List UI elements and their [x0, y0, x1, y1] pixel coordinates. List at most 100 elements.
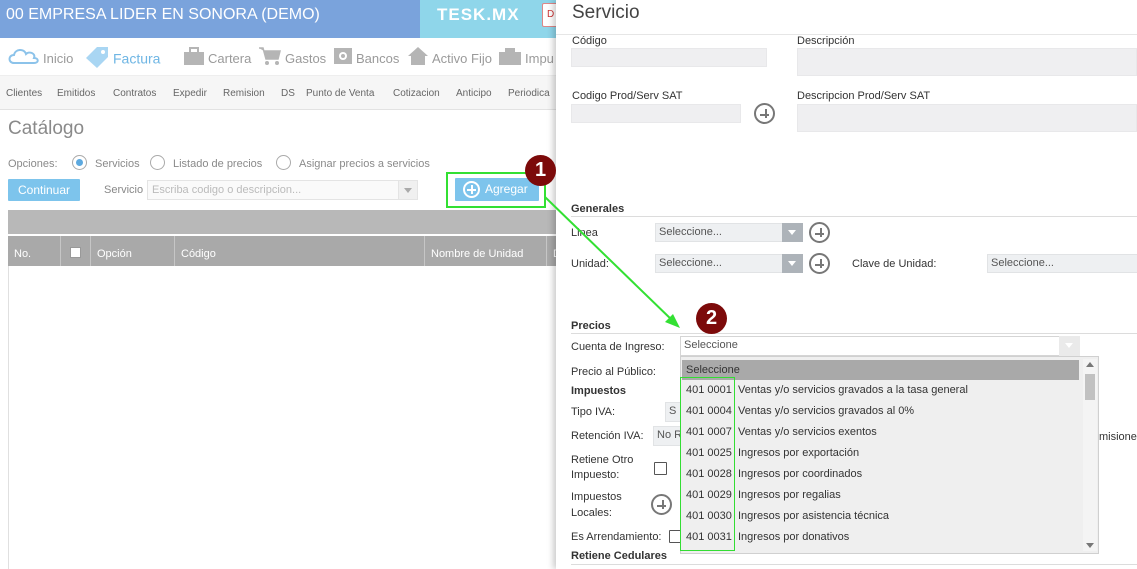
codigo-label: Código — [572, 35, 607, 47]
add-button[interactable]: Agregar — [455, 178, 539, 201]
add-button-label: Agregar — [485, 182, 528, 196]
unidad-label: Unidad: — [571, 258, 609, 270]
cloud-icon — [6, 46, 40, 73]
module-factura[interactable]: Factura — [84, 46, 160, 68]
chevron-down-icon — [782, 254, 803, 273]
radio-asignar-precios[interactable] — [276, 155, 291, 170]
col-opcion[interactable]: Opción — [90, 236, 132, 266]
module-label: Gastos — [285, 50, 327, 66]
col-no[interactable]: No. — [8, 236, 31, 266]
subnav-ds[interactable]: DS — [281, 88, 295, 99]
dropdown-option-seleccione[interactable]: Seleccione — [682, 360, 1079, 380]
subnav-expedir[interactable]: Expedir — [173, 88, 207, 99]
scroll-up-icon[interactable] — [1086, 362, 1094, 367]
precio-publico-label: Precio al Público: — [571, 366, 656, 378]
table-header: No. Opción Código Nombre de Unidad D — [8, 236, 561, 266]
generales-divider — [571, 216, 1137, 217]
subnav-emitidos[interactable]: Emitidos — [57, 88, 95, 99]
descripcion-input[interactable] — [797, 48, 1137, 76]
service-search-input[interactable]: Escriba codigo o descripcion... — [147, 180, 400, 200]
radio-listado-precios[interactable] — [150, 155, 165, 170]
options-label: Opciones: — [8, 158, 58, 170]
retencion-iva-select[interactable]: No R — [653, 426, 683, 446]
impuestos-locales-label-1: Impuestos — [571, 491, 622, 503]
module-bancos[interactable]: Bancos — [333, 46, 399, 68]
col-nombre-unidad[interactable]: Nombre de Unidad — [424, 236, 523, 266]
radio-servicios[interactable] — [72, 155, 87, 170]
module-label: Bancos — [356, 50, 400, 66]
linea-select-value: Seleccione... — [659, 226, 722, 238]
codigo-sat-input[interactable] — [571, 104, 741, 123]
cut-off-label: misiones — [1099, 431, 1137, 443]
main-app: 00 EMPRESA LIDER EN SONORA (DEMO) TESK.M… — [0, 0, 561, 569]
linea-select[interactable]: Seleccione... — [655, 223, 803, 242]
module-label: Inicio — [43, 50, 74, 66]
dropdown-scrollbar[interactable] — [1083, 359, 1097, 551]
add-impuesto-local-icon[interactable] — [651, 494, 672, 515]
house-icon — [407, 46, 429, 73]
module-activo-fijo[interactable]: Activo Fijo — [407, 46, 492, 68]
subnav-cotizacion[interactable]: Cotizacion — [393, 88, 440, 99]
generales-section-title: Generales — [571, 203, 625, 215]
subnav-remision[interactable]: Remision — [223, 88, 265, 99]
brand-logo: TESK.MX — [420, 0, 560, 38]
unidad-select-value: Seleccione... — [659, 257, 722, 269]
cart-icon — [258, 46, 282, 73]
module-label: Cartera — [208, 50, 252, 66]
company-name[interactable]: 00 EMPRESA LIDER EN SONORA (DEMO) — [0, 0, 420, 38]
module-label: Factura — [113, 50, 161, 67]
descripcion-sat-input[interactable] — [797, 104, 1137, 132]
add-unidad-icon[interactable] — [809, 253, 830, 274]
codigo-input[interactable] — [571, 48, 767, 67]
tipo-iva-label: Tipo IVA: — [571, 406, 616, 418]
module-inicio[interactable]: Inicio — [6, 46, 73, 68]
chevron-down-icon — [782, 223, 803, 242]
subnav-contratos[interactable]: Contratos — [113, 88, 156, 99]
service-dropdown-toggle[interactable] — [398, 180, 418, 200]
chevron-down-icon — [1059, 336, 1080, 356]
service-label: Servicio — [104, 184, 144, 196]
clave-unidad-select[interactable]: Seleccione... — [987, 254, 1137, 273]
clave-unidad-label: Clave de Unidad: — [852, 258, 937, 270]
panel-title: Servicio — [572, 2, 640, 23]
clave-unidad-select-value: Seleccione... — [991, 257, 1054, 269]
col-codigo[interactable]: Código — [174, 236, 216, 266]
module-label: Impu — [525, 50, 554, 66]
module-gastos[interactable]: Gastos — [258, 46, 326, 68]
unidad-select[interactable]: Seleccione... — [655, 254, 803, 273]
arrendamiento-label: Es Arrendamiento: — [571, 531, 662, 543]
descripcion-label: Descripción — [797, 35, 855, 47]
impuestos-section-title: Impuestos — [571, 385, 627, 397]
module-impuestos[interactable]: Impu — [498, 46, 554, 68]
plus-circle-icon — [463, 181, 480, 198]
option-asignar-precios-label: Asignar precios a servicios — [299, 158, 430, 170]
module-label: Activo Fijo — [432, 50, 492, 66]
add-linea-icon[interactable] — [809, 222, 830, 243]
retiene-cedulares-section-title: Retiene Cedulares — [571, 550, 667, 562]
tipo-iva-select-value: S — [669, 405, 677, 417]
servicio-panel: Servicio Código Descripción Codigo Prod/… — [556, 0, 1137, 569]
safe-icon — [333, 46, 353, 73]
step-1-badge: 1 — [525, 155, 556, 186]
retencion-iva-label: Retención IVA: — [571, 430, 644, 442]
retiene-otro-label-2: Impuesto: — [571, 469, 620, 481]
scroll-down-icon[interactable] — [1086, 543, 1094, 548]
scrollbar-thumb[interactable] — [1085, 374, 1095, 400]
cuenta-ingreso-select[interactable]: Seleccione — [680, 336, 1080, 356]
account-codes-highlight — [680, 377, 735, 551]
subnav-clientes[interactable]: Clientes — [6, 88, 42, 99]
precios-section-title: Precios — [571, 320, 611, 332]
retiene-otro-checkbox[interactable] — [654, 462, 667, 475]
select-all-checkbox[interactable] — [70, 247, 81, 258]
add-sat-code-icon[interactable] — [754, 103, 775, 124]
retiene-otro-label-1: Retiene Otro — [571, 454, 634, 466]
table-toolbar — [8, 210, 560, 234]
subnav-periodica[interactable]: Periodica — [508, 88, 550, 99]
subnav-punto-de-venta[interactable]: Punto de Venta — [306, 88, 374, 99]
continue-button[interactable]: Continuar — [8, 179, 80, 201]
retencion-iva-select-value: No R — [657, 429, 683, 441]
module-cartera[interactable]: Cartera — [183, 46, 251, 68]
module-nav: Inicio Factura Cartera Gastos Bancos Act — [0, 38, 560, 76]
subnav-anticipo[interactable]: Anticipo — [456, 88, 492, 99]
stamp-icon — [498, 46, 522, 73]
